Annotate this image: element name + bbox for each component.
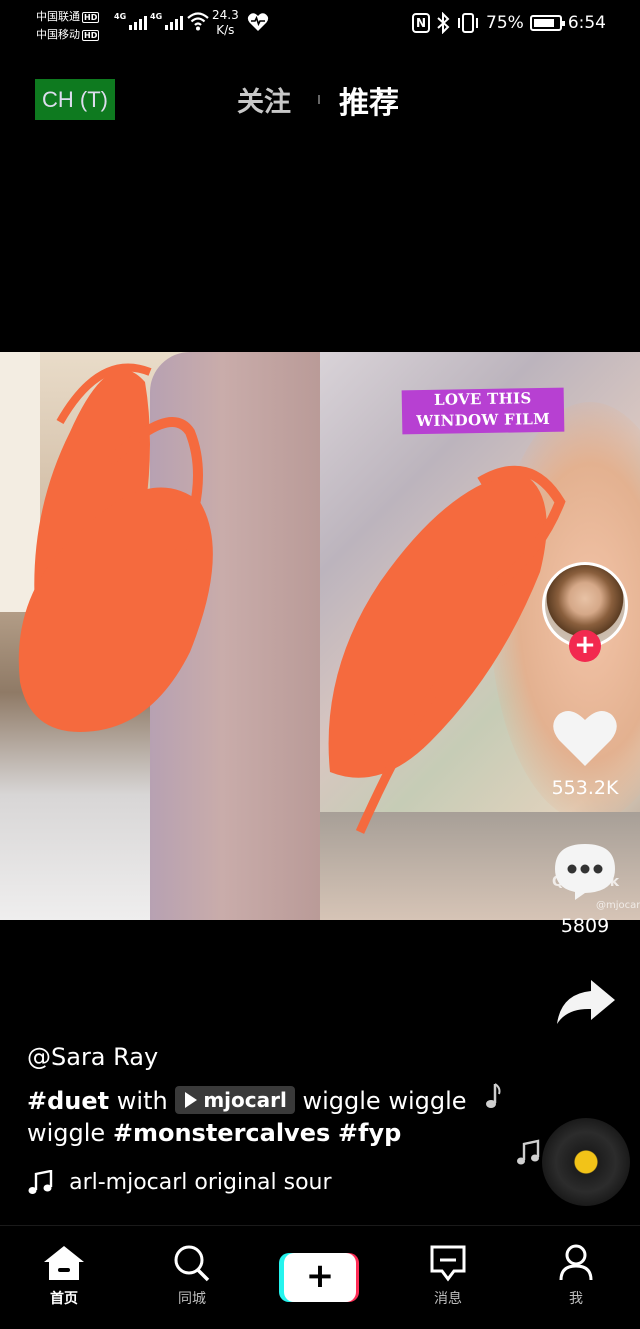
floating-note-icon bbox=[486, 1083, 501, 1108]
follow-button[interactable]: + bbox=[569, 630, 601, 662]
play-icon bbox=[185, 1092, 198, 1108]
music-disc[interactable] bbox=[542, 1118, 630, 1206]
caption-text: with bbox=[116, 1087, 168, 1115]
speed-value: 24.3 bbox=[212, 8, 239, 22]
vibrate-icon bbox=[458, 13, 479, 33]
nav-me[interactable]: 我 bbox=[531, 1226, 621, 1329]
status-right: N 75% 6:54 bbox=[412, 12, 606, 34]
scribble-overlay bbox=[18, 363, 566, 834]
status-bar: 中国联通 HD 中国移动 HD 4G 4G 24.3 K/s N 75% 6:54 bbox=[0, 0, 640, 48]
hd-badge: HD bbox=[82, 12, 100, 23]
comment-count: 5809 bbox=[560, 915, 610, 937]
signal-icon: 4G bbox=[150, 12, 184, 30]
clock: 6:54 bbox=[567, 13, 606, 33]
nav-home-label: 首页 bbox=[50, 1291, 78, 1307]
mention-user: mjocarl bbox=[203, 1088, 287, 1112]
music-note-icon bbox=[28, 1170, 53, 1194]
hd-badge: HD bbox=[82, 30, 100, 41]
hashtag-fyp[interactable]: #fyp bbox=[338, 1119, 401, 1147]
share-arrow-icon[interactable] bbox=[555, 978, 617, 1028]
like-count: 553.2K bbox=[551, 777, 619, 799]
signal-icon: 4G bbox=[114, 12, 148, 30]
profile-icon bbox=[559, 1244, 593, 1281]
carrier-info: 中国联通 HD 中国移动 HD bbox=[36, 8, 100, 44]
nav-home[interactable]: 首页 bbox=[19, 1226, 109, 1329]
message-icon bbox=[430, 1245, 466, 1282]
battery-icon bbox=[529, 15, 565, 31]
create-button[interactable]: + bbox=[279, 1253, 359, 1302]
nfc-icon: N bbox=[412, 13, 431, 33]
network-type: 4G bbox=[114, 12, 127, 21]
caption-text: wiggle bbox=[27, 1119, 106, 1147]
nav-messages[interactable]: 消息 bbox=[403, 1226, 493, 1329]
caption-text: wiggle wiggle bbox=[302, 1087, 467, 1115]
sticker-line-2: WINDOW FILM bbox=[416, 409, 551, 431]
network-speed: 24.3 K/s bbox=[212, 8, 239, 38]
tab-divider bbox=[318, 95, 320, 104]
floating-note-icon bbox=[517, 1139, 540, 1165]
health-heart-icon bbox=[247, 13, 269, 32]
bluetooth-icon bbox=[437, 12, 450, 34]
music-ticker[interactable]: carl-mjocarl original sour bbox=[27, 1170, 357, 1204]
video-player[interactable]: Q TikTok @mjocarl bbox=[0, 352, 640, 920]
nav-messages-label: 消息 bbox=[434, 1291, 462, 1307]
home-icon bbox=[44, 1246, 84, 1280]
nav-nearby-label: 同城 bbox=[178, 1291, 206, 1307]
tab-following[interactable]: 关注 bbox=[237, 80, 291, 119]
network-type: 4G bbox=[150, 12, 163, 21]
bottom-nav: 首页 同城 + 消息 我 bbox=[0, 1225, 640, 1329]
comment-bubble-icon[interactable] bbox=[553, 842, 617, 902]
sticker-line-1: LOVE THIS bbox=[433, 389, 532, 409]
hashtag-monstercalves[interactable]: #monstercalves bbox=[113, 1119, 330, 1147]
like-heart-icon[interactable] bbox=[552, 708, 618, 768]
tab-recommended[interactable]: 推荐 bbox=[339, 78, 399, 122]
video-text-sticker: LOVE THIS WINDOW FILM bbox=[401, 387, 565, 435]
search-icon bbox=[174, 1245, 210, 1282]
language-button[interactable]: CH (T) bbox=[35, 79, 115, 120]
plus-icon: + bbox=[284, 1253, 356, 1302]
hashtag-duet[interactable]: #duet bbox=[27, 1087, 109, 1115]
author-handle[interactable]: @Sara Ray bbox=[27, 1043, 158, 1071]
mention-chip[interactable]: mjocarl bbox=[175, 1086, 295, 1114]
wifi-icon bbox=[187, 12, 209, 31]
battery-percent: 75% bbox=[486, 13, 524, 33]
nav-me-label: 我 bbox=[569, 1291, 583, 1307]
video-caption: #duet with mjocarl wiggle wiggle wiggle … bbox=[27, 1085, 467, 1149]
music-title: carl-mjocarl original sour bbox=[69, 1170, 332, 1195]
speed-unit: K/s bbox=[216, 23, 235, 37]
nav-nearby[interactable]: 同城 bbox=[147, 1226, 237, 1329]
carrier-2: 中国移动 bbox=[36, 28, 80, 41]
carrier-1: 中国联通 bbox=[36, 10, 80, 23]
